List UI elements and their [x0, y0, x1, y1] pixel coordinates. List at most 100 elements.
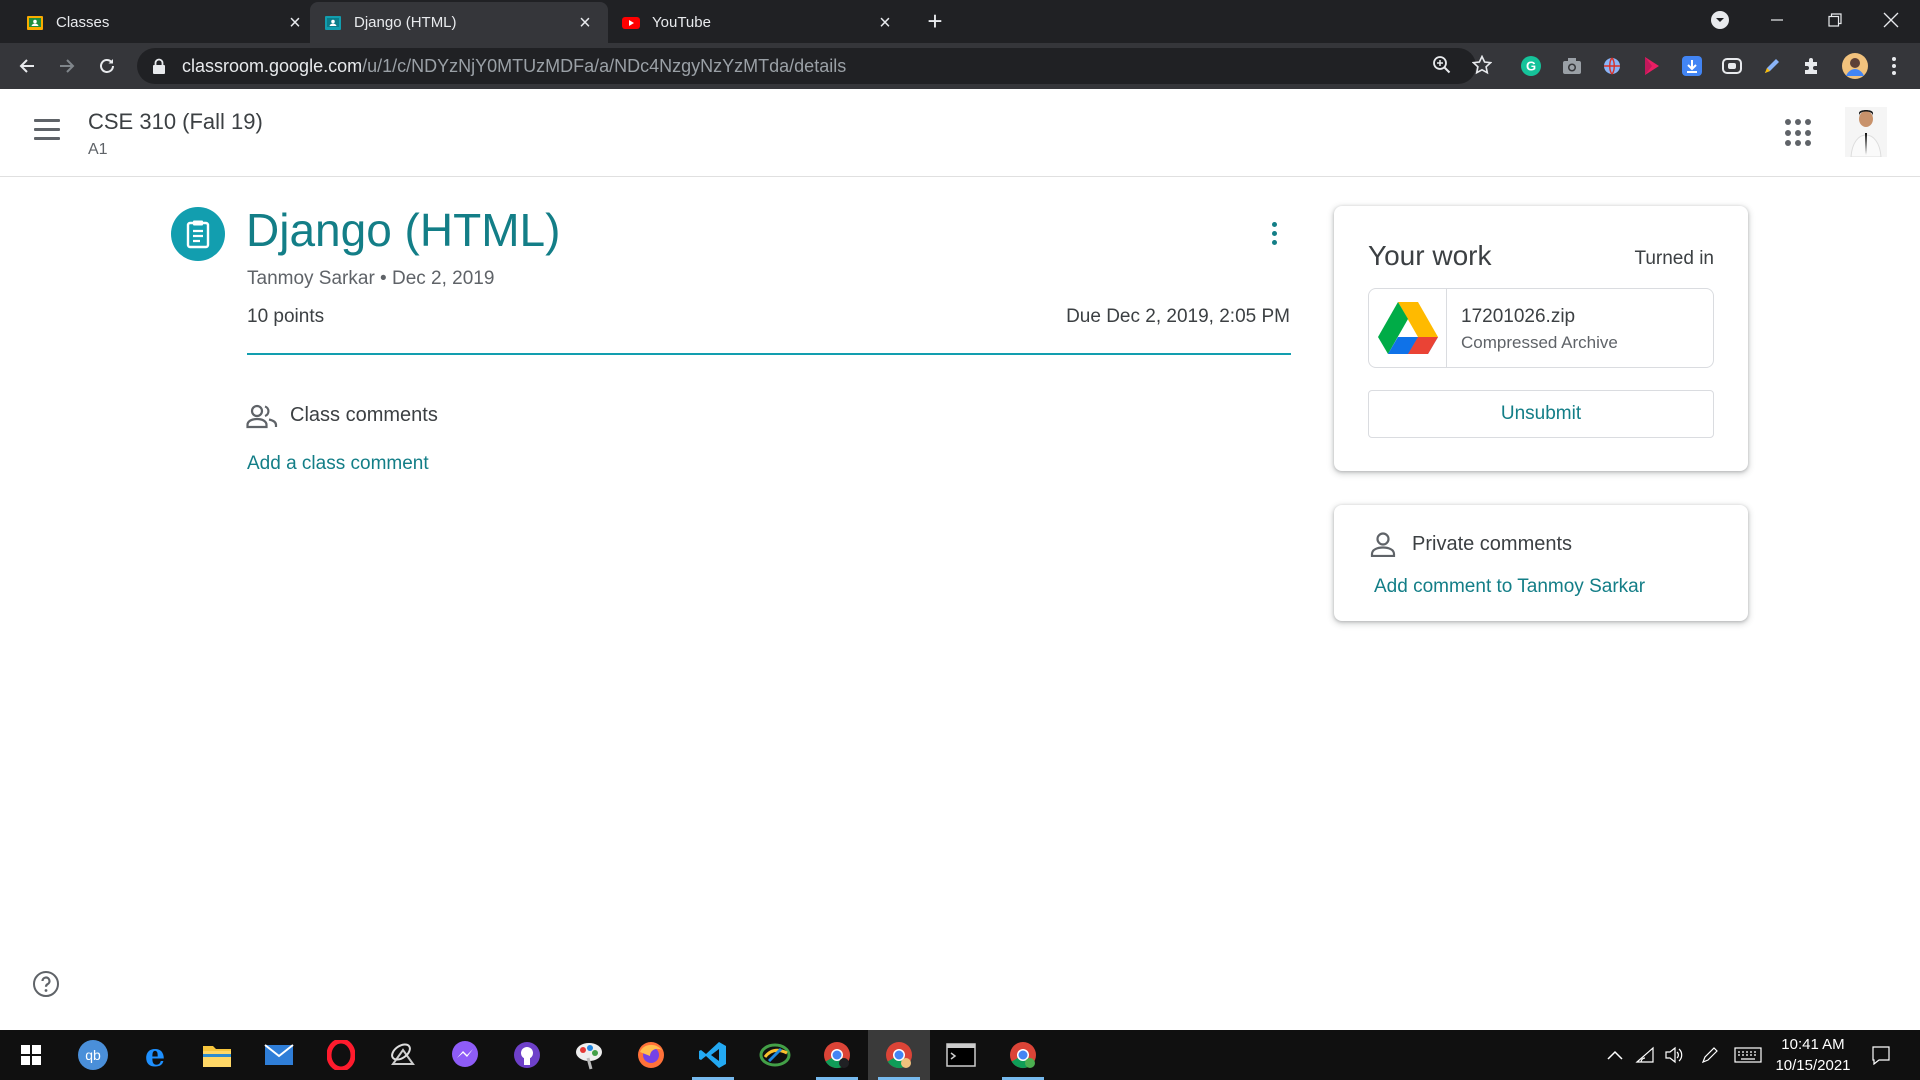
url-host: classroom.google.com	[182, 55, 363, 76]
classroom-header: CSE 310 (Fall 19) A1	[0, 89, 1920, 177]
taskbar-chrome-profile-1[interactable]	[806, 1030, 868, 1080]
volume-tray-button[interactable]	[1662, 1043, 1686, 1067]
wifi-icon	[1635, 1046, 1654, 1063]
people-icon	[246, 404, 278, 429]
help-icon[interactable]	[32, 970, 60, 998]
download-extension[interactable]	[1680, 54, 1704, 78]
taskbar-vscode[interactable]	[682, 1030, 744, 1080]
main-menu-button[interactable]	[34, 119, 64, 145]
unsubmit-button[interactable]: Unsubmit	[1368, 390, 1714, 438]
puzzle-icon	[1805, 58, 1817, 74]
private-comments-card: Private comments Add comment to Tanmoy S…	[1334, 505, 1748, 621]
extensions-menu-button[interactable]	[1800, 54, 1824, 78]
touch-keyboard-button[interactable]	[1733, 1043, 1763, 1067]
add-private-comment-link[interactable]: Add comment to Tanmoy Sarkar	[1374, 576, 1645, 598]
youtube-icon	[622, 16, 640, 29]
address-bar[interactable]: classroom.google.com/u/1/c/NDYzNjY0MTUzM…	[137, 48, 1476, 84]
clock-date: 10/15/2021	[1775, 1057, 1851, 1074]
taskbar-app-globe[interactable]	[744, 1030, 806, 1080]
taskbar-github-desktop[interactable]	[496, 1030, 558, 1080]
classroom-assignment-icon	[325, 15, 341, 30]
bookmark-button[interactable]	[1469, 52, 1495, 78]
camera-icon	[1563, 58, 1581, 74]
system-clock[interactable]: 10:41 AM 10/15/2021	[1764, 1034, 1862, 1076]
chrome-menu-button[interactable]	[1882, 54, 1906, 78]
taskbar-app-paint[interactable]	[558, 1030, 620, 1080]
restore-button[interactable]	[1806, 0, 1864, 40]
account-avatar[interactable]	[1845, 107, 1887, 157]
extension-3[interactable]	[1600, 54, 1624, 78]
screenshot-extension[interactable]	[1560, 54, 1584, 78]
url-path: /u/1/c/NDYzNjY0MTUzMDFa/a/NDc4NzgyNzYzMT…	[362, 55, 847, 76]
browser-tab-bar: Classes × Django (HTML) × YouTube × +	[0, 0, 1920, 43]
menu-icon	[34, 128, 60, 131]
grammarly-extension[interactable]: G	[1519, 54, 1543, 78]
mail-icon	[264, 1044, 294, 1065]
zoom-button[interactable]	[1429, 52, 1455, 78]
taskbar-mail[interactable]	[248, 1030, 310, 1080]
close-icon[interactable]: ×	[286, 13, 304, 33]
qb-app-icon: qb	[78, 1040, 108, 1070]
your-work-card: Your work Turned in 17201026.zip Compres…	[1334, 206, 1748, 471]
back-button[interactable]	[13, 52, 41, 80]
more-options-button[interactable]	[1262, 218, 1286, 248]
course-title[interactable]: CSE 310 (Fall 19)	[88, 109, 263, 135]
tab-title: YouTube	[652, 14, 711, 31]
start-button[interactable]	[0, 1030, 62, 1080]
assignment-title: Django (HTML)	[246, 204, 561, 256]
google-apps-button[interactable]	[1785, 119, 1813, 147]
taskbar-firefox[interactable]	[620, 1030, 682, 1080]
action-center-button[interactable]	[1869, 1043, 1893, 1067]
taskbar-opera[interactable]	[310, 1030, 372, 1080]
folder-icon	[203, 1046, 231, 1067]
taskbar-file-explorer[interactable]	[186, 1030, 248, 1080]
close-icon[interactable]: ×	[876, 13, 894, 33]
network-tray-button[interactable]	[1633, 1043, 1657, 1067]
lock-icon	[153, 58, 165, 74]
more-vert-icon	[1892, 57, 1896, 75]
taskbar-terminal[interactable]	[930, 1030, 992, 1080]
assignment-due-date: Due Dec 2, 2019, 2:05 PM	[1066, 306, 1290, 327]
paint-palette-icon	[576, 1043, 602, 1070]
screen-share-icon	[1722, 58, 1742, 74]
extension-4[interactable]	[1640, 54, 1664, 78]
taskbar-app-1[interactable]: qb	[62, 1030, 124, 1080]
new-tab-button[interactable]: +	[922, 6, 948, 36]
close-icon	[1883, 12, 1899, 28]
forward-button[interactable]	[53, 52, 81, 80]
taskbar-chrome-profile-2[interactable]	[992, 1030, 1054, 1080]
taskbar-edge[interactable]: e	[124, 1030, 186, 1080]
windows-taskbar: qb e 10:41 AM 10/15/2021	[0, 1030, 1920, 1080]
satellite-dish-icon	[391, 1043, 415, 1065]
tab-classes[interactable]: Classes ×	[12, 2, 318, 43]
assignment-icon	[171, 207, 225, 261]
show-hidden-icons-button[interactable]	[1603, 1043, 1627, 1067]
profile-avatar-icon	[1842, 53, 1868, 79]
classroom-icon	[27, 15, 43, 30]
assignment-author-date: Tanmoy Sarkar • Dec 2, 2019	[247, 268, 495, 289]
zoom-icon	[1433, 56, 1451, 74]
close-icon[interactable]: ×	[576, 13, 594, 33]
chrome-icon	[1010, 1042, 1036, 1069]
add-class-comment-link[interactable]: Add a class comment	[247, 453, 429, 475]
window-close-button[interactable]	[1862, 0, 1920, 40]
globe-extension-icon	[1604, 57, 1620, 75]
extension-7[interactable]	[1760, 54, 1784, 78]
taskbar-app-satellite[interactable]	[372, 1030, 434, 1080]
tab-youtube[interactable]: YouTube ×	[608, 2, 908, 43]
extension-6[interactable]	[1720, 54, 1744, 78]
pen-workspace-button[interactable]	[1698, 1043, 1722, 1067]
windows-logo-icon	[21, 1045, 41, 1065]
minimize-button[interactable]	[1748, 0, 1806, 40]
github-icon	[514, 1042, 540, 1068]
profile-button[interactable]	[1840, 51, 1870, 81]
attachment-card[interactable]: 17201026.zip Compressed Archive	[1368, 288, 1714, 368]
vscode-icon	[699, 1042, 726, 1068]
taskbar-messenger[interactable]	[434, 1030, 496, 1080]
tab-search-button[interactable]	[1693, 0, 1747, 40]
notification-icon	[1872, 1046, 1890, 1065]
tab-django-html[interactable]: Django (HTML) ×	[310, 2, 608, 43]
svg-text:G: G	[1526, 59, 1536, 74]
reload-button[interactable]	[93, 52, 121, 80]
taskbar-chrome-active[interactable]	[868, 1030, 930, 1080]
